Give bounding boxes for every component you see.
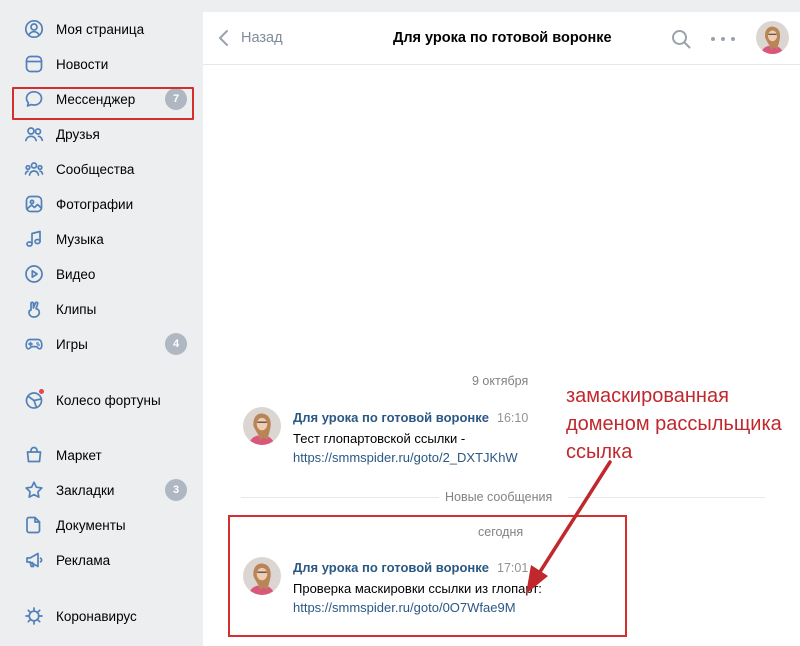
sidebar-item-label: Сообщества (56, 161, 135, 177)
sidebar-item-label: Маркет (56, 447, 102, 463)
sidebar-item-label: Документы (56, 517, 126, 533)
chevron-left-icon (219, 30, 228, 46)
music-note-icon (24, 229, 44, 249)
sidebar-item-friends[interactable]: Друзья (0, 119, 195, 149)
sidebar-item-documents[interactable]: Документы (0, 510, 195, 540)
star-icon (24, 480, 44, 500)
sidebar-item-games[interactable]: Игры 4 (0, 329, 195, 359)
megaphone-icon (24, 550, 44, 570)
shopping-bag-icon (24, 445, 44, 465)
message-time: 16:10 (497, 411, 529, 425)
sidebar-item-news[interactable]: Новости (0, 49, 195, 79)
message-highlight-box (228, 515, 627, 637)
sidebar-item-my-page[interactable]: Моя страница (0, 14, 195, 44)
conversation-avatar[interactable] (756, 21, 789, 54)
message-link[interactable]: https://smmspider.ru/goto/2_DXTJKhW (293, 450, 518, 465)
message-author[interactable]: Для урока по готовой воронке (293, 410, 489, 425)
notification-dot (38, 388, 45, 395)
message-text: Тест глопартовской ссылки - (293, 431, 466, 446)
sidebar-item-music[interactable]: Музыка (0, 224, 195, 254)
sidebar-item-label: Музыка (56, 231, 104, 247)
user-circle-icon (24, 19, 44, 39)
conversation-header: Назад Для урока по готовой воронке (203, 12, 800, 65)
news-icon (24, 54, 44, 74)
sidebar-item-label: Реклама (56, 552, 111, 568)
more-options-icon[interactable] (711, 30, 735, 48)
virus-icon (24, 606, 44, 626)
date-separator: 9 октября (472, 374, 529, 388)
sidebar-item-label: Новости (56, 56, 109, 72)
left-sidebar: Моя страница Новости Мессенджер 7 Друзья… (0, 0, 202, 646)
search-icon[interactable] (670, 28, 692, 50)
sidebar-item-market[interactable]: Маркет (0, 440, 195, 470)
video-play-icon (24, 264, 44, 284)
sidebar-item-label: Колесо фортуны (56, 392, 161, 408)
sidebar-item-label: Друзья (56, 126, 100, 142)
conversation-title[interactable]: Для урока по готовой воронке (393, 30, 612, 46)
sidebar-item-clips[interactable]: Клипы (0, 294, 195, 324)
sidebar-item-ads[interactable]: Реклама (0, 545, 195, 575)
sidebar-item-label: Игры (56, 336, 88, 352)
sidebar-item-label: Фотографии (56, 196, 134, 212)
divider-line (241, 497, 439, 498)
annotation-text: замаскированная доменом рассыльщика ссыл… (566, 385, 782, 463)
sidebar-item-bookmarks[interactable]: Закладки 3 (0, 475, 195, 505)
back-button[interactable]: Назад (217, 29, 283, 47)
back-label: Назад (241, 30, 283, 46)
gamepad-icon (24, 334, 44, 354)
bookmarks-count-badge: 3 (165, 479, 187, 501)
messenger-highlight-box (12, 87, 194, 120)
sidebar-item-label: Моя страница (56, 21, 145, 37)
sidebar-item-label: Закладки (56, 482, 115, 498)
communities-icon (24, 159, 44, 179)
message-avatar[interactable] (243, 407, 281, 445)
clips-hand-icon (24, 299, 44, 319)
sidebar-item-fortune-wheel[interactable]: Колесо фортуны (0, 385, 195, 415)
photo-icon (24, 194, 44, 214)
games-count-badge: 4 (165, 333, 187, 355)
document-icon (24, 515, 44, 535)
divider-line (568, 497, 765, 498)
sidebar-item-video[interactable]: Видео (0, 259, 195, 289)
sidebar-item-label: Клипы (56, 301, 97, 317)
friends-icon (24, 124, 44, 144)
new-messages-label: Новые сообщения (445, 490, 553, 504)
conversation-panel: Назад Для урока по готовой воронке 9 окт… (203, 12, 800, 646)
sidebar-item-label: Видео (56, 266, 96, 282)
sidebar-item-communities[interactable]: Сообщества (0, 154, 195, 184)
sidebar-item-photos[interactable]: Фотографии (0, 189, 195, 219)
fortune-wheel-icon (24, 388, 45, 410)
sidebar-item-label: Коронавирус (56, 608, 137, 624)
sidebar-item-coronavirus[interactable]: Коронавирус (0, 601, 195, 631)
